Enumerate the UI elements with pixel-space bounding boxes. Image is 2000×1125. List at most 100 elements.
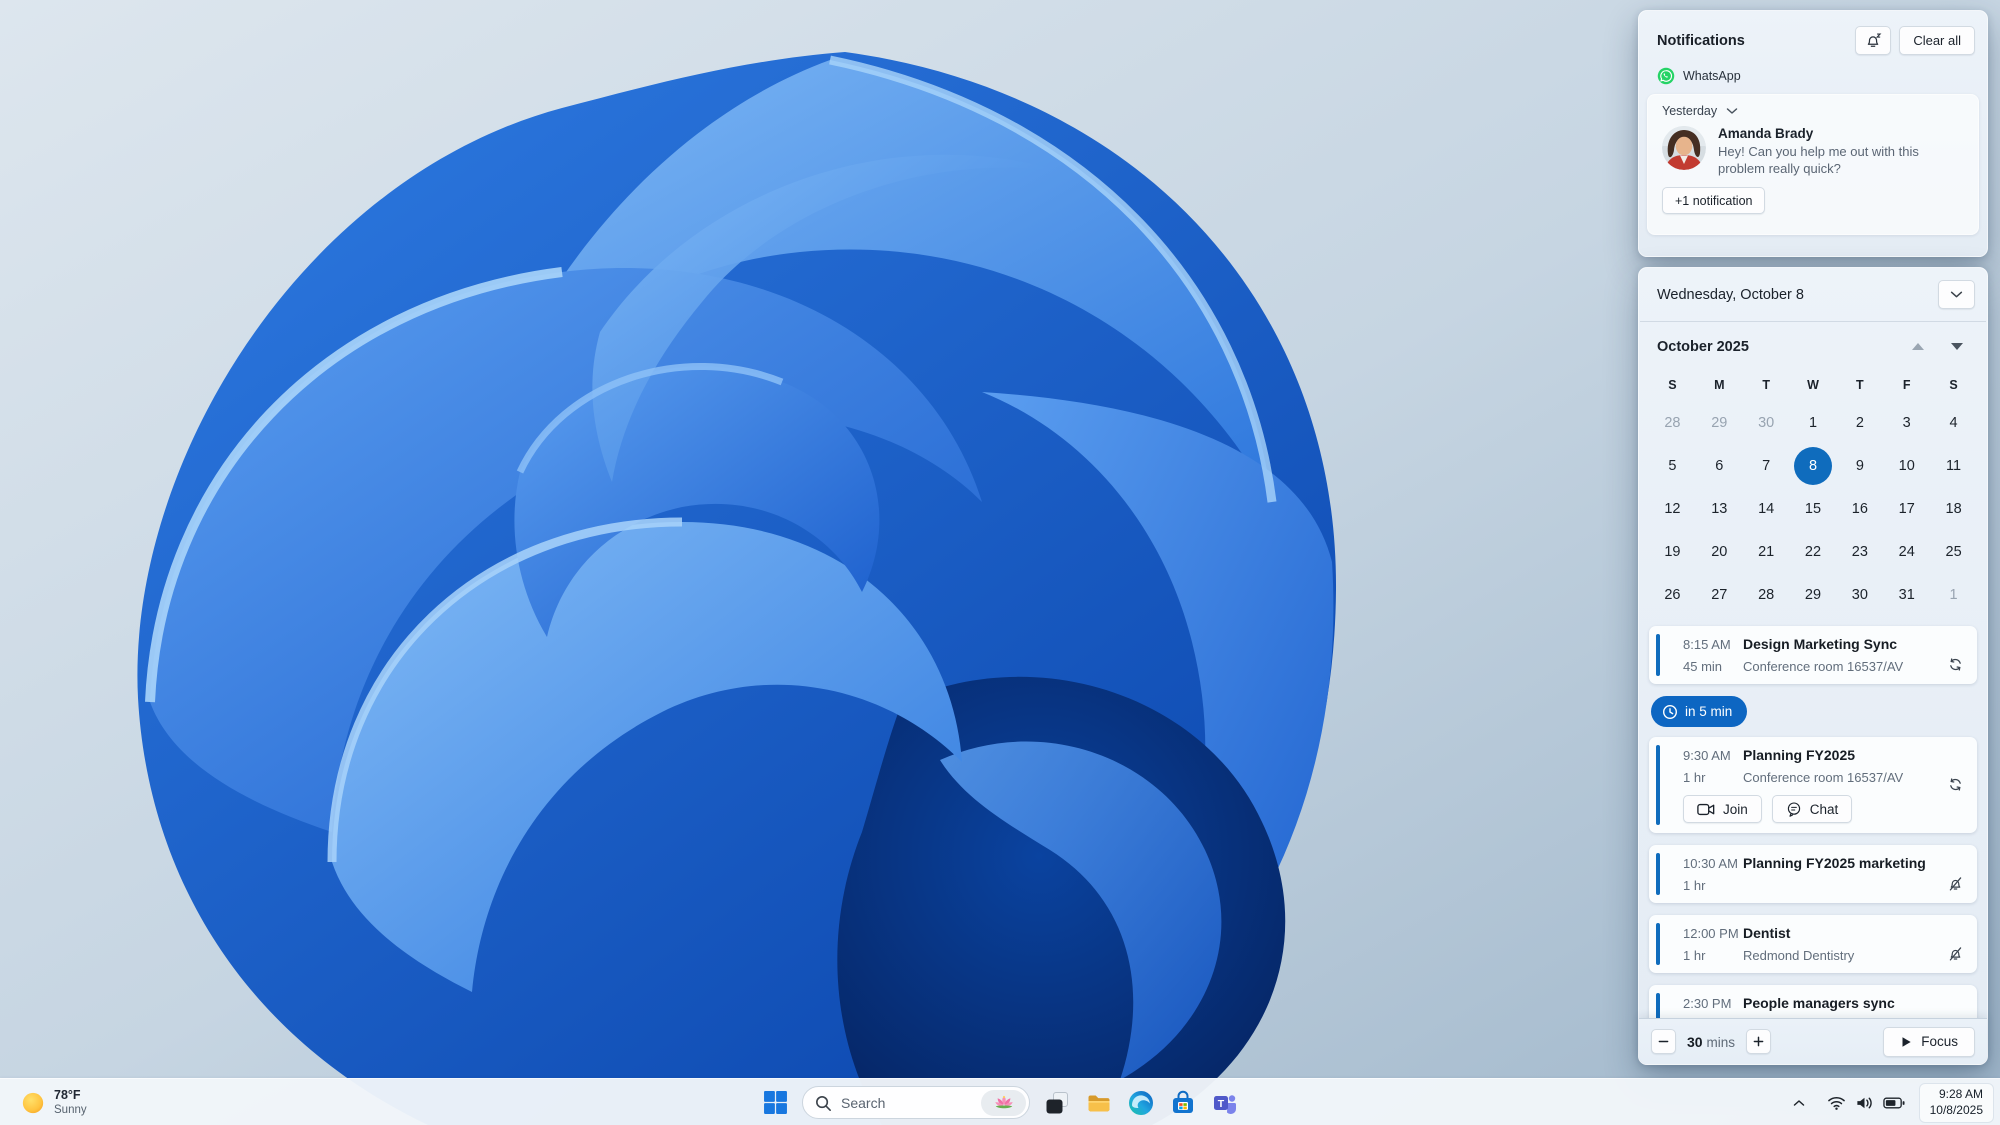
calendar-day[interactable]: 19 (1649, 530, 1696, 573)
calendar-day[interactable]: 25 (1930, 530, 1977, 573)
focus-duration-unit: mins (1706, 1034, 1735, 1050)
calendar-day[interactable]: 28 (1743, 573, 1790, 616)
do-not-disturb-button[interactable] (1855, 26, 1892, 55)
calendar-day[interactable]: 30 (1743, 401, 1790, 444)
calendar-day[interactable]: 15 (1790, 487, 1837, 530)
teams-button[interactable]: T (1205, 1083, 1244, 1123)
event-card[interactable]: 10:30 AM Planning FY2025 marketing 1 hr (1649, 845, 1977, 903)
chat-button[interactable]: Chat (1771, 795, 1853, 823)
quick-settings-button[interactable] (1818, 1085, 1914, 1121)
calendar-day[interactable]: 28 (1649, 401, 1696, 444)
hidden-icons-button[interactable] (1785, 1086, 1813, 1120)
calendar-day[interactable]: 1 (1930, 573, 1977, 616)
calendar-day[interactable]: 5 (1649, 444, 1696, 487)
weather-condition: Sunny (54, 1104, 87, 1117)
calendar-day[interactable]: 7 (1743, 444, 1790, 487)
lotus-flower-icon (993, 1092, 1015, 1114)
calendar-day[interactable]: 26 (1649, 573, 1696, 616)
taskbar: 78°F Sunny Search T 9:28 AM 10/8/2025 (0, 1078, 2000, 1125)
calendar-day[interactable]: 21 (1743, 530, 1790, 573)
clock-button[interactable]: 9:28 AM 10/8/2025 (1918, 1082, 1994, 1123)
calendar-day[interactable]: 13 (1696, 487, 1743, 530)
notification-card[interactable]: Yesterday Amanda Brady Hey! Can you help… (1647, 94, 1979, 235)
event-time: 12:00 PM (1683, 926, 1739, 941)
tray-time: 9:28 AM (1938, 1086, 1983, 1101)
calendar-day[interactable]: 14 (1743, 487, 1790, 530)
calendar-day[interactable]: 18 (1930, 487, 1977, 530)
calendar-day[interactable]: 1 (1790, 401, 1837, 444)
notification-group-header: WhatsApp (1639, 61, 1987, 85)
calendar-day[interactable]: 20 (1696, 530, 1743, 573)
day-of-week-label: M (1714, 378, 1725, 392)
calendar-day[interactable]: 23 (1836, 530, 1883, 573)
volume-icon (1855, 1095, 1874, 1111)
search-input[interactable] (841, 1094, 991, 1111)
recurring-icon (1947, 776, 1964, 793)
calendar-day[interactable]: 6 (1696, 444, 1743, 487)
calendar-flyout: Wednesday, October 8 October 2025 S M T W T F… (1638, 267, 1988, 1065)
day-of-week-label: T (1762, 378, 1770, 392)
event-title: Planning FY2025 (1743, 747, 1856, 763)
day-of-week-label: W (1807, 378, 1819, 392)
focus-duration-value: 30 (1687, 1033, 1703, 1050)
next-month-button[interactable] (1951, 343, 1963, 350)
event-accent-bar (1656, 923, 1660, 965)
event-card[interactable]: 2:30 PM People managers sync (1649, 985, 1977, 1018)
notification-group-app-name: WhatsApp (1683, 69, 1741, 83)
calendar-day[interactable]: 24 (1883, 530, 1930, 573)
clock-icon (1662, 704, 1678, 720)
magnifier-icon (814, 1094, 833, 1113)
task-view-button[interactable] (1037, 1083, 1076, 1123)
join-label: Join (1723, 801, 1748, 817)
calendar-day[interactable]: 17 (1883, 487, 1930, 530)
calendar-day[interactable]: 29 (1696, 401, 1743, 444)
calendar-day[interactable]: 11 (1930, 444, 1977, 487)
tray-date: 10/8/2025 (1929, 1102, 1983, 1117)
decrease-duration-button[interactable] (1651, 1029, 1676, 1054)
store-icon (1170, 1090, 1196, 1116)
calendar-day[interactable]: 4 (1930, 401, 1977, 444)
focus-duration: 30 mins (1687, 1034, 1735, 1050)
event-accent-bar (1656, 634, 1660, 676)
calendar-day[interactable]: 10 (1883, 444, 1930, 487)
avatar (1662, 126, 1706, 170)
calendar-day[interactable]: 30 (1836, 573, 1883, 616)
previous-month-button[interactable] (1912, 343, 1924, 350)
event-card[interactable]: 8:15 AM Design Marketing Sync 45 min Con… (1649, 626, 1977, 684)
more-notifications-button[interactable]: +1 notification (1662, 187, 1766, 215)
taskbar-search[interactable] (802, 1086, 1030, 1119)
notification-sender: Amanda Brady (1718, 126, 1814, 141)
calendar-month-label: October 2025 (1657, 338, 1749, 355)
reminder-label: in 5 min (1685, 704, 1733, 719)
join-meeting-button[interactable]: Join (1683, 795, 1762, 823)
calendar-day[interactable]: 3 (1883, 401, 1930, 444)
calendar-day[interactable]: 27 (1696, 573, 1743, 616)
chat-label: Chat (1809, 801, 1839, 817)
reminder-off-icon (1947, 945, 1964, 962)
search-highlight-chip[interactable] (981, 1090, 1026, 1116)
calendar-day[interactable]: 22 (1790, 530, 1837, 573)
clear-all-button[interactable]: Clear all (1899, 26, 1975, 55)
calendar-day[interactable]: 9 (1836, 444, 1883, 487)
calendar-day-headers: SMTWTFS (1639, 371, 1987, 399)
teams-icon: T (1212, 1090, 1238, 1116)
start-button[interactable] (756, 1083, 795, 1123)
event-card[interactable]: 9:30 AM Planning FY2025 1 hr Conference … (1649, 737, 1977, 833)
increase-duration-button[interactable] (1745, 1029, 1771, 1054)
microsoft-store-button[interactable] (1163, 1083, 1202, 1123)
edge-browser-button[interactable] (1121, 1083, 1160, 1123)
calendar-collapse-button[interactable] (1938, 280, 1975, 309)
calendar-day-selected[interactable]: 8 (1790, 444, 1837, 487)
event-card[interactable]: 12:00 PM Dentist 1 hr Redmond Dentistry (1649, 915, 1977, 973)
play-icon (1900, 1036, 1912, 1048)
file-explorer-button[interactable] (1079, 1083, 1118, 1123)
calendar-day[interactable]: 16 (1836, 487, 1883, 530)
calendar-day[interactable]: 29 (1790, 573, 1837, 616)
chevron-down-icon[interactable] (1726, 107, 1738, 115)
weather-widget[interactable]: 78°F Sunny (13, 1079, 95, 1125)
sun-icon (21, 1091, 45, 1115)
calendar-day[interactable]: 2 (1836, 401, 1883, 444)
calendar-day[interactable]: 12 (1649, 487, 1696, 530)
start-focus-button[interactable]: Focus (1883, 1026, 1975, 1057)
calendar-day[interactable]: 31 (1883, 573, 1930, 616)
